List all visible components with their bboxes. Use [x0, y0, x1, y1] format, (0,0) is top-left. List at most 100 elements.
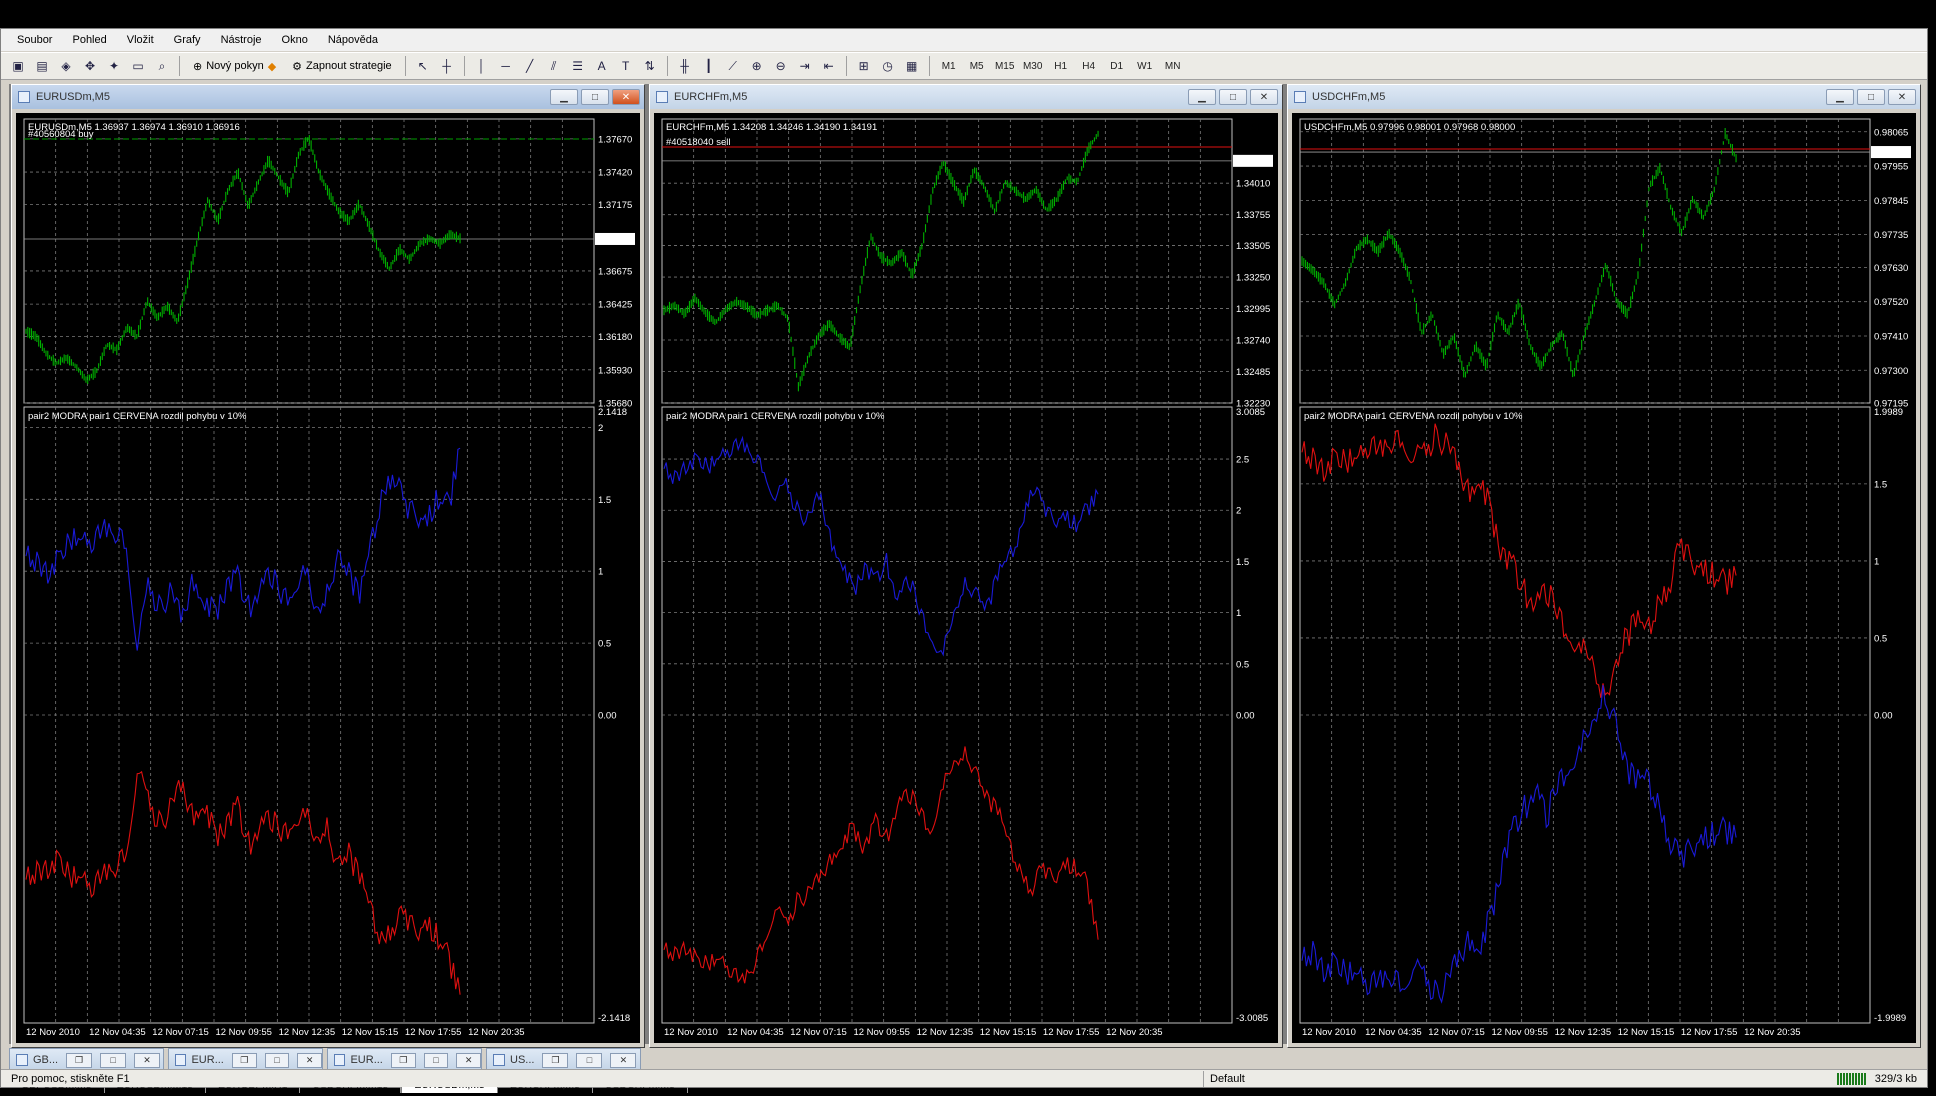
- horizontal-line-icon[interactable]: ─: [495, 55, 517, 77]
- restore-button[interactable]: ❐: [66, 1052, 93, 1068]
- tf-m1[interactable]: M1: [936, 55, 962, 77]
- close-button[interactable]: ✕: [1888, 89, 1916, 105]
- price-axis-label: 1.36180: [598, 332, 632, 343]
- chart-window-eurchf[interactable]: EURCHFm,M5 ▁ □ ✕ 1.34191 1.34010 1.33755 1.…: [649, 84, 1283, 1048]
- channel-icon[interactable]: ⫽: [543, 55, 565, 77]
- chart-area[interactable]: 1.37670 1.37420 1.37175 1.36916 1.36675 1.364…: [16, 113, 640, 1043]
- indicator-axis-label: 2.5: [1236, 455, 1249, 466]
- menu-file[interactable]: Soubor: [7, 34, 62, 46]
- menu-tools[interactable]: Nástroje: [211, 34, 272, 46]
- chart-window-usdchf[interactable]: USDCHFm,M5 ▁ □ ✕ 0.98065 0.98000 0.97955 0.…: [1287, 84, 1921, 1048]
- arrows-icon[interactable]: ⇅: [639, 55, 661, 77]
- close-button[interactable]: ✕: [134, 1052, 161, 1068]
- restore-button[interactable]: ❐: [542, 1052, 569, 1068]
- chart-shift-icon[interactable]: ⇤: [818, 55, 840, 77]
- indicator-axis-label: -3.0085: [1236, 1013, 1268, 1024]
- maximize-button[interactable]: □: [100, 1052, 127, 1068]
- tf-m30[interactable]: M30: [1020, 55, 1046, 77]
- chart-svg[interactable]: 0.98065 0.98000 0.97955 0.97845 0.97735 0.976…: [1292, 113, 1918, 1041]
- zoom-in-icon[interactable]: ⊕: [746, 55, 768, 77]
- zoom-out-icon[interactable]: ⊖: [770, 55, 792, 77]
- expert-advisors-button[interactable]: ⚙ Zapnout strategie: [285, 55, 399, 77]
- bar-chart-icon[interactable]: ╫: [674, 55, 696, 77]
- menu-help[interactable]: Nápověda: [318, 34, 388, 46]
- market-watch-icon[interactable]: ◈: [55, 55, 77, 77]
- data-window-icon[interactable]: ✥: [79, 55, 101, 77]
- indicator-label: pair2 MODRA pair1 CERVENA rozdil pohybu …: [1304, 411, 1523, 422]
- text-label-icon[interactable]: T: [615, 55, 637, 77]
- tf-h1[interactable]: H1: [1048, 55, 1074, 77]
- restore-button[interactable]: ❐: [390, 1052, 416, 1068]
- close-button[interactable]: ✕: [456, 1052, 481, 1068]
- navigator-icon[interactable]: ✦: [103, 55, 125, 77]
- profiles-icon[interactable]: ▤: [31, 55, 53, 77]
- fibonacci-icon[interactable]: ☰: [567, 55, 589, 77]
- minimize-button[interactable]: ▁: [1826, 89, 1854, 105]
- close-button[interactable]: ✕: [610, 1052, 637, 1068]
- autoscroll-icon[interactable]: ⇥: [794, 55, 816, 77]
- tf-m15[interactable]: M15: [992, 55, 1018, 77]
- indicator-axis-label: 1.9989: [1874, 407, 1903, 418]
- close-button[interactable]: ✕: [1250, 89, 1278, 105]
- tf-d1[interactable]: D1: [1104, 55, 1130, 77]
- price-axis-label: 1.35930: [598, 365, 632, 376]
- candlestick-icon[interactable]: ┃: [698, 55, 720, 77]
- chart-area[interactable]: 0.98065 0.98000 0.97955 0.97845 0.97735 0.976…: [1292, 113, 1916, 1043]
- tf-w1[interactable]: W1: [1132, 55, 1158, 77]
- cursor-icon[interactable]: ↖: [412, 55, 434, 77]
- expert-icon: ⚙: [292, 60, 303, 73]
- restore-button[interactable]: ❐: [231, 1052, 257, 1068]
- tf-h4[interactable]: H4: [1076, 55, 1102, 77]
- status-traffic: 329/3 kb: [1874, 1072, 1917, 1085]
- price-axis-label: 0.98000: [1874, 148, 1908, 159]
- indicator-axis-label: 1.5: [1874, 479, 1887, 490]
- chart-window-titlebar[interactable]: USDCHFm,M5 ▁ □ ✕: [1288, 85, 1920, 109]
- maximize-button[interactable]: □: [581, 89, 609, 105]
- new-order-button[interactable]: ⊕ Nový pokyn ◆: [186, 55, 283, 77]
- time-axis-label: 12 Nov 2010: [664, 1027, 718, 1038]
- vertical-line-icon[interactable]: │: [471, 55, 493, 77]
- minimize-button[interactable]: ▁: [550, 89, 578, 105]
- periods-icon[interactable]: ◷: [877, 55, 899, 77]
- chart-window-titlebar[interactable]: EURUSDm,M5 ▁ □ ✕: [12, 85, 644, 109]
- templates-icon[interactable]: ▦: [901, 55, 923, 77]
- chart-svg[interactable]: 1.34191 1.34010 1.33755 1.33505 1.33250 1.329…: [654, 113, 1280, 1041]
- menu-view[interactable]: Pohled: [62, 34, 116, 46]
- time-axis-label: 12 Nov 15:15: [342, 1027, 399, 1038]
- text-icon[interactable]: A: [591, 55, 613, 77]
- minimize-button[interactable]: ▁: [1188, 89, 1216, 105]
- maximize-button[interactable]: □: [1857, 89, 1885, 105]
- price-axis-label: 1.33505: [1236, 241, 1270, 252]
- chart-svg[interactable]: 1.37670 1.37420 1.37175 1.36916 1.36675 1.364…: [16, 113, 642, 1041]
- tf-m5[interactable]: M5: [964, 55, 990, 77]
- tf-mn[interactable]: MN: [1160, 55, 1186, 77]
- new-order-icon: ⊕: [193, 60, 203, 73]
- indicator-axis-label: 0.5: [1236, 659, 1249, 670]
- chart-info-label: USDCHFm,M5 0.97996 0.98001 0.97968 0.980…: [1304, 122, 1515, 133]
- maximize-button[interactable]: □: [264, 1052, 290, 1068]
- trendline-icon[interactable]: ╱: [519, 55, 541, 77]
- menu-insert[interactable]: Vložit: [117, 34, 164, 46]
- menu-window[interactable]: Okno: [272, 34, 318, 46]
- close-button[interactable]: ✕: [612, 89, 640, 105]
- time-axis-label: 12 Nov 2010: [1302, 1027, 1356, 1038]
- new-chart-icon[interactable]: ▣: [7, 55, 29, 77]
- price-axis-label: 1.32485: [1236, 367, 1270, 378]
- line-chart-icon[interactable]: ⟋: [722, 55, 744, 77]
- chart-area[interactable]: 1.34191 1.34010 1.33755 1.33505 1.33250 1.329…: [654, 113, 1278, 1043]
- maximize-button[interactable]: □: [1219, 89, 1247, 105]
- metaeditor-icon: ◆: [267, 60, 277, 73]
- chart-window-titlebar[interactable]: EURCHFm,M5 ▁ □ ✕: [650, 85, 1282, 109]
- close-button[interactable]: ✕: [297, 1052, 322, 1068]
- crosshair-icon[interactable]: ┼: [436, 55, 458, 77]
- chart-window-eurusd[interactable]: EURUSDm,M5 ▁ □ ✕ 1.37670 1.37420 1.37175 1.…: [11, 84, 645, 1048]
- indicator-axis-label: 0.5: [1874, 633, 1887, 644]
- price-axis-label: 1.34010: [1236, 179, 1270, 190]
- terminal-icon[interactable]: ▭: [127, 55, 149, 77]
- tester-icon[interactable]: ⌕: [151, 55, 173, 77]
- menu-bar: Soubor Pohled Vložit Grafy Nástroje Okno…: [1, 29, 1927, 51]
- indicators-icon[interactable]: ⊞: [853, 55, 875, 77]
- menu-charts[interactable]: Grafy: [164, 34, 211, 46]
- maximize-button[interactable]: □: [423, 1052, 449, 1068]
- maximize-button[interactable]: □: [576, 1052, 603, 1068]
